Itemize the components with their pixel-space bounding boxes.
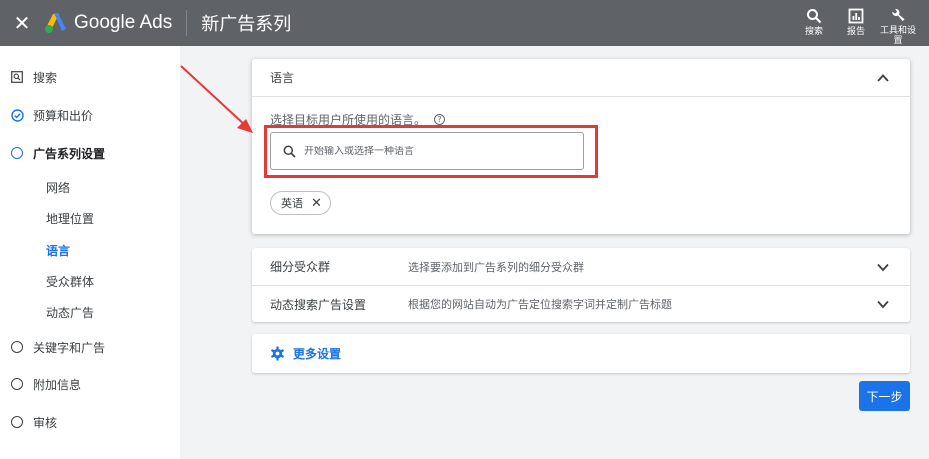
circle-icon [10, 415, 24, 429]
chevron-down-icon[interactable] [876, 297, 890, 311]
sidebar-item-keywords[interactable]: 关键字和广告 [0, 332, 180, 362]
report-icon [848, 8, 864, 24]
sidebar-item-label: 审核 [33, 415, 58, 430]
top-actions: 搜索 报告 工具和设置 [793, 0, 929, 46]
topbar-edge [919, 0, 929, 46]
sidebar-subitem-language[interactable]: 语言 [46, 238, 70, 262]
sidebar-subitem-dynamic-ads[interactable]: 动态广告 [46, 300, 94, 324]
page-title: 新广告系列 [201, 14, 292, 35]
sidebar-item-search[interactable]: 搜索 [0, 62, 180, 92]
row-desc: 选择要添加到广告系列的细分受众群 [408, 260, 584, 274]
sidebar-item-campaign-settings[interactable]: 广告系列设置 [0, 138, 180, 168]
gear-icon [271, 346, 284, 361]
google-ads-logo: Google Ads [44, 12, 172, 34]
top-report-button[interactable]: 报告 [835, 0, 877, 46]
sidebar-item-label: 预算和出价 [33, 108, 94, 123]
sidebar-item-budget[interactable]: 预算和出价 [0, 100, 180, 130]
language-search-input[interactable] [304, 145, 564, 157]
sidebar-item-label: 关键字和广告 [33, 340, 106, 355]
sidebar-subitem-audience[interactable]: 受众群体 [46, 269, 94, 293]
sidebar-item-extensions[interactable]: 附加信息 [0, 369, 180, 399]
sidebar-item-review[interactable]: 审核 [0, 407, 180, 437]
sidebar-item-label: 附加信息 [33, 377, 82, 392]
wrench-icon [892, 8, 905, 22]
language-panel: 语言 选择目标用户所使用的语言。 ? 英语 ✕ [252, 59, 910, 234]
top-bar: ✕ Google Ads 新广告系列 搜索 报告 工具和设置 [0, 0, 929, 46]
circle-icon [10, 146, 24, 160]
check-circle-icon [10, 108, 24, 122]
dynamic-search-ads-row[interactable]: 动态搜索广告设置 根据您的网站自动为广告定位搜索字词并定制广告标题 [252, 285, 910, 322]
top-tools-button[interactable]: 工具和设置 [877, 0, 919, 46]
brand-name: Google Ads [74, 12, 173, 33]
chevron-down-icon[interactable] [876, 260, 890, 274]
sidebar-item-label: 搜索 [33, 70, 58, 85]
language-chip-english: 英语 ✕ [270, 191, 331, 215]
chevron-up-icon[interactable] [876, 71, 890, 85]
chip-remove-icon[interactable]: ✕ [311, 196, 322, 211]
language-panel-header[interactable]: 语言 [252, 59, 910, 97]
more-settings-button[interactable]: 更多设置 [252, 334, 910, 373]
language-search-box[interactable] [270, 132, 584, 170]
language-prompt: 选择目标用户所使用的语言。 ? [270, 111, 446, 128]
language-panel-title: 语言 [270, 71, 295, 85]
search-icon [283, 145, 296, 158]
row-name: 动态搜索广告设置 [270, 297, 367, 312]
row-desc: 根据您的网站自动为广告定位搜索字词并定制广告标题 [408, 298, 672, 311]
language-prompt-text: 选择目标用户所使用的语言。 [270, 113, 427, 127]
search-icon [10, 70, 24, 84]
top-tools-label: 工具和设置 [879, 26, 916, 46]
top-report-label: 报告 [846, 27, 865, 37]
row-name: 细分受众群 [270, 260, 331, 274]
divider [186, 10, 188, 36]
help-icon[interactable]: ? [434, 114, 446, 125]
top-search-label: 搜索 [804, 27, 823, 37]
next-button[interactable]: 下一步 [859, 381, 910, 411]
sidebar: 搜索 预算和出价 广告系列设置 网络 地理位置 语言 受众群体 动态广告 关键字… [0, 46, 180, 459]
google-ads-logo-mark [45, 13, 66, 33]
top-search-button[interactable]: 搜索 [793, 0, 835, 46]
circle-icon [10, 377, 24, 391]
collapsed-settings: 细分受众群 选择要添加到广告系列的细分受众群 动态搜索广告设置 根据您的网站自动… [252, 248, 910, 322]
sidebar-subitem-network[interactable]: 网络 [46, 175, 70, 199]
close-icon[interactable]: ✕ [0, 11, 44, 35]
sidebar-item-label: 广告系列设置 [33, 146, 106, 161]
search-icon [807, 9, 822, 24]
audience-segments-row[interactable]: 细分受众群 选择要添加到广告系列的细分受众群 [252, 248, 910, 285]
chip-label: 英语 [281, 197, 303, 210]
more-settings-label: 更多设置 [293, 347, 342, 361]
circle-icon [10, 340, 24, 354]
sidebar-subitem-location[interactable]: 地理位置 [46, 206, 94, 230]
